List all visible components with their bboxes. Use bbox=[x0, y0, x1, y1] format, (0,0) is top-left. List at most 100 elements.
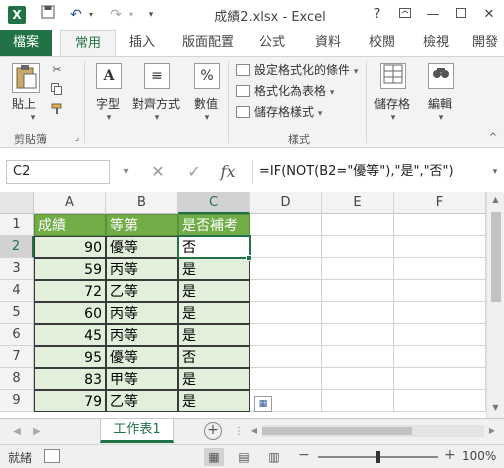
cell-c5[interactable]: 是 bbox=[178, 302, 250, 324]
add-sheet-button[interactable]: + bbox=[204, 422, 222, 440]
cells-button[interactable]: 儲存格 bbox=[374, 95, 410, 112]
alignment-icon[interactable]: ≡ bbox=[144, 63, 170, 89]
cell-d3[interactable] bbox=[250, 258, 322, 280]
cell-d8[interactable] bbox=[250, 368, 322, 390]
sheet-options-icon[interactable]: ⋮ bbox=[232, 423, 246, 441]
number-button[interactable]: 數值 bbox=[194, 95, 218, 112]
cell-f5[interactable] bbox=[394, 302, 486, 324]
formula-input[interactable]: =IF(NOT(B2="優等"),"是","否") bbox=[252, 160, 488, 184]
cell-f7[interactable] bbox=[394, 346, 486, 368]
alignment-button[interactable]: 對齊方式 bbox=[132, 95, 180, 112]
cell-e6[interactable] bbox=[322, 324, 394, 346]
zoom-level[interactable]: 100% bbox=[462, 449, 496, 463]
row-header[interactable]: 7 bbox=[0, 346, 34, 368]
tab-developer[interactable]: 開發 bbox=[466, 30, 504, 56]
row-header[interactable]: 2 bbox=[0, 236, 34, 258]
vertical-scroll-thumb[interactable] bbox=[491, 212, 501, 302]
cell-a1[interactable]: 成績 bbox=[34, 214, 106, 236]
scroll-down-icon[interactable]: ▼ bbox=[487, 400, 504, 416]
cell-f6[interactable] bbox=[394, 324, 486, 346]
cell-d5[interactable] bbox=[250, 302, 322, 324]
alignment-dropdown-icon[interactable]: ▾ bbox=[150, 111, 164, 125]
cell-a9[interactable]: 79 bbox=[34, 390, 106, 412]
cell-f3[interactable] bbox=[394, 258, 486, 280]
macro-record-icon[interactable] bbox=[44, 449, 60, 463]
cell-f2[interactable] bbox=[394, 236, 486, 258]
cancel-icon[interactable]: ✕ bbox=[144, 160, 172, 184]
cell-c3[interactable]: 是 bbox=[178, 258, 250, 280]
horizontal-scroll-thumb[interactable] bbox=[262, 427, 412, 435]
format-painter-icon[interactable] bbox=[50, 103, 64, 117]
tab-file[interactable]: 檔案 bbox=[0, 30, 52, 56]
cell-e9[interactable] bbox=[322, 390, 394, 412]
font-dropdown-icon[interactable]: ▾ bbox=[102, 111, 116, 125]
row-header[interactable]: 8 bbox=[0, 368, 34, 390]
cell-f9[interactable] bbox=[394, 390, 486, 412]
zoom-slider-thumb[interactable] bbox=[376, 451, 380, 463]
cell-f1[interactable] bbox=[394, 214, 486, 236]
undo-icon[interactable]: ↶ bbox=[66, 4, 86, 26]
customize-quick-access-icon[interactable]: ▾ bbox=[144, 4, 158, 26]
tab-page-layout[interactable]: 版面配置 bbox=[176, 30, 240, 56]
cell-a7[interactable]: 95 bbox=[34, 346, 106, 368]
insert-function-icon[interactable]: fx bbox=[214, 160, 242, 184]
cell-b1[interactable]: 等第 bbox=[106, 214, 178, 236]
page-break-preview-icon[interactable]: ▥ bbox=[264, 448, 284, 466]
cell-a4[interactable]: 72 bbox=[34, 280, 106, 302]
cut-icon[interactable]: ✂ bbox=[50, 63, 64, 77]
cell-e4[interactable] bbox=[322, 280, 394, 302]
cell-b2[interactable]: 優等 bbox=[106, 236, 178, 258]
ribbon-display-icon[interactable] bbox=[392, 2, 418, 28]
paste-dropdown-icon[interactable]: ▾ bbox=[26, 111, 40, 125]
page-layout-view-icon[interactable]: ▤ bbox=[234, 448, 254, 466]
previous-sheet-icon[interactable]: ◀ bbox=[10, 423, 24, 441]
cell-b3[interactable]: 丙等 bbox=[106, 258, 178, 280]
tab-review[interactable]: 校閱 bbox=[360, 30, 404, 56]
help-icon[interactable]: ? bbox=[364, 2, 390, 28]
zoom-slider[interactable] bbox=[318, 451, 438, 463]
normal-view-icon[interactable]: ▦ bbox=[204, 448, 224, 466]
scroll-left-icon[interactable]: ◀ bbox=[248, 425, 260, 437]
redo-icon[interactable]: ↷ bbox=[106, 4, 126, 26]
cell-b9[interactable]: 乙等 bbox=[106, 390, 178, 412]
column-header-c[interactable]: C bbox=[178, 192, 250, 214]
minimize-icon[interactable]: — bbox=[420, 2, 446, 28]
cell-d2[interactable] bbox=[250, 236, 322, 258]
tab-data[interactable]: 資料 bbox=[306, 30, 350, 56]
zoom-out-icon[interactable]: − bbox=[298, 447, 310, 463]
cell-d4[interactable] bbox=[250, 280, 322, 302]
cell-b6[interactable]: 丙等 bbox=[106, 324, 178, 346]
row-header[interactable]: 9 bbox=[0, 390, 34, 412]
close-icon[interactable]: ✕ bbox=[476, 2, 502, 28]
worksheet-grid[interactable]: A B C D E F 1 2 3 4 5 6 7 8 9 成績 等第 是否補考… bbox=[0, 192, 504, 418]
cell-c9[interactable]: 是 bbox=[178, 390, 250, 412]
vertical-scrollbar[interactable]: ▲ ▼ bbox=[486, 192, 504, 418]
dialog-launcher-icon[interactable]: ⌟ bbox=[70, 131, 84, 145]
row-header[interactable]: 3 bbox=[0, 258, 34, 280]
enter-icon[interactable]: ✓ bbox=[180, 160, 208, 184]
cell-f8[interactable] bbox=[394, 368, 486, 390]
cell-e5[interactable] bbox=[322, 302, 394, 324]
redo-dropdown-icon[interactable]: ▾ bbox=[126, 4, 136, 26]
row-header[interactable]: 1 bbox=[0, 214, 34, 236]
cell-e2[interactable] bbox=[322, 236, 394, 258]
cell-c2[interactable]: 否 bbox=[178, 236, 250, 258]
cell-b5[interactable]: 丙等 bbox=[106, 302, 178, 324]
cell-styles-button[interactable]: 儲存格樣式 ▾ bbox=[236, 103, 322, 121]
column-header-e[interactable]: E bbox=[322, 192, 394, 214]
maximize-icon[interactable] bbox=[448, 2, 474, 28]
cell-a5[interactable]: 60 bbox=[34, 302, 106, 324]
undo-dropdown-icon[interactable]: ▾ bbox=[86, 4, 96, 26]
cell-b4[interactable]: 乙等 bbox=[106, 280, 178, 302]
font-button[interactable]: 字型 bbox=[96, 95, 120, 112]
column-header-d[interactable]: D bbox=[250, 192, 322, 214]
percent-icon[interactable]: % bbox=[194, 63, 220, 89]
editing-button[interactable]: 編輯 bbox=[428, 95, 452, 112]
tab-home[interactable]: 常用 bbox=[60, 30, 116, 56]
row-header[interactable]: 6 bbox=[0, 324, 34, 346]
quick-analysis-icon[interactable]: ▦ bbox=[254, 396, 272, 412]
cell-e3[interactable] bbox=[322, 258, 394, 280]
cell-e1[interactable] bbox=[322, 214, 394, 236]
cell-b8[interactable]: 甲等 bbox=[106, 368, 178, 390]
cell-e7[interactable] bbox=[322, 346, 394, 368]
